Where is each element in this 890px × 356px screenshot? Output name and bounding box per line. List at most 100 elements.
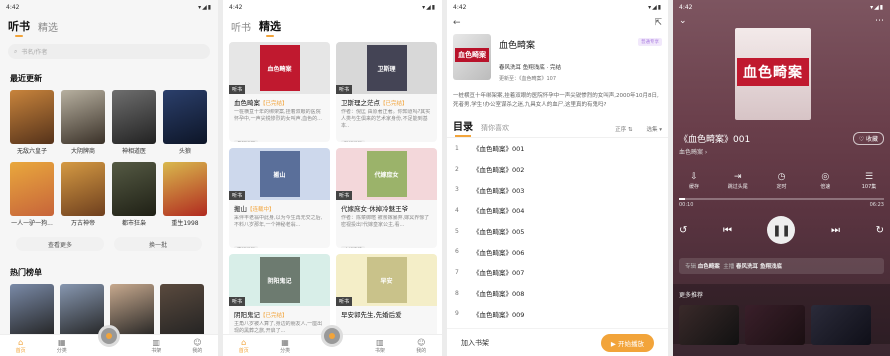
episode-row[interactable]: 3 《血色畸案》003 — [447, 179, 668, 200]
episode-row[interactable]: 9 《血色畸案》009 — [447, 304, 668, 325]
previous-icon[interactable]: ⏮ — [723, 225, 732, 236]
nav-mine[interactable]: ☺ 我的 — [192, 338, 202, 354]
profile-icon: ☺ — [417, 337, 426, 347]
player-action[interactable]: ☰ 107集 — [854, 172, 884, 190]
card-image: 血色畸案 听书 — [229, 42, 330, 94]
tab-featured[interactable]: 精选 — [259, 18, 281, 37]
nav-mine[interactable]: ☺ 我的 — [416, 338, 426, 354]
sort-toggle[interactable]: 正序 ⇅ — [615, 125, 632, 133]
episode-row[interactable]: 7 《血色畸案》007 — [447, 262, 668, 283]
action-label: 缓存 — [688, 184, 699, 190]
view-more-button[interactable]: 查看更多 — [16, 237, 104, 251]
nav-home[interactable]: ⌂ 首页 — [16, 338, 26, 354]
episode-row[interactable]: 4 《血色畸案》004 — [447, 200, 668, 221]
book-item[interactable]: 重生1998 — [163, 162, 207, 227]
nav-shelf[interactable]: ▥ 书架 — [151, 338, 161, 354]
episode-number: 2 — [455, 165, 459, 173]
nav-shelf[interactable]: ▥ 书架 — [375, 338, 385, 354]
episode-number: 8 — [455, 289, 459, 297]
album-detail-screen: 4:42 ▾◢▮ ← ⇱ 血色畸案 血色畸案 普通专享 春风洗耳 鱼翔浅底 · 完结 … — [447, 0, 668, 356]
menu-dots-icon[interactable]: ⋯ — [875, 16, 884, 26]
book-item[interactable]: 都市狂枭 — [112, 162, 156, 227]
episode-title: 《血色畸案》007 — [473, 269, 525, 278]
book-item[interactable]: 头狼 — [163, 90, 207, 155]
track-album-link[interactable]: 血色畸案 › — [673, 145, 890, 158]
book-title: 神相道医 — [121, 148, 146, 155]
hot-book-cover[interactable] — [60, 284, 104, 338]
featured-card[interactable]: 卫斯理 听书 卫斯理之茫点【已完结】 作者：倪匡 由原著正著。你知道吗?其实人类… — [336, 42, 437, 142]
progress-bar[interactable] — [679, 198, 884, 200]
nav-category[interactable]: ▦ 分类 — [280, 338, 290, 354]
episode-row[interactable]: 8 《血色畸案》008 — [447, 283, 668, 304]
tab-recommend[interactable]: 猜你喜欢 — [481, 123, 509, 133]
mini-player-disc[interactable] — [98, 325, 120, 347]
back-arrow-icon[interactable]: ← — [453, 18, 461, 28]
action-icon: ◷ — [777, 172, 786, 182]
action-label: 107集 — [861, 184, 877, 190]
action-icon: ☰ — [864, 172, 874, 182]
hot-book-cover[interactable] — [160, 284, 204, 338]
episode-select[interactable]: 选集 ▾ — [646, 125, 662, 133]
episode-row[interactable]: 5 《血色畸案》005 — [447, 221, 668, 242]
album-cover: 血色畸案 — [453, 34, 491, 80]
card-cover: 早安 — [366, 257, 407, 303]
card-category-chip: 科幻灵异 — [341, 140, 365, 142]
start-play-button[interactable]: ▶ 开始播放 — [600, 333, 654, 352]
hot-book-cover[interactable] — [10, 284, 54, 338]
book-title: 大阴牌商 — [70, 148, 95, 155]
tab-catalog[interactable]: 目录 — [453, 118, 473, 137]
status-bar: 4:42 ▾◢▮ — [229, 3, 436, 11]
featured-card[interactable]: 血色畸案 听书 血色畸案【已完结】 一桩横亘十年的绑架案,挂着双眼的医院怀孕中,… — [229, 42, 330, 142]
listen-screen: 4:42 ▾◢▮ 听书 精选 ⌕ 书名/作者 最近更新 无敌六皇子 大阴牌商 神相道医 头… — [0, 0, 218, 356]
recommend-item[interactable] — [811, 305, 871, 345]
card-desc: 采伴丰老翁中此身,以为今生再无交之后,不料八岁那年,一个神秘老翁... — [234, 215, 323, 228]
swap-batch-button[interactable]: 换一批 — [114, 237, 202, 251]
collapse-icon[interactable]: ⌄ — [679, 16, 687, 26]
home-icon: ⌂ — [241, 337, 247, 347]
nav-home[interactable]: ⌂ 首页 — [239, 338, 249, 354]
pause-button[interactable]: ❚❚ — [767, 216, 796, 244]
top-tabs: 听书 精选 — [0, 14, 218, 38]
card-title: 早安郭先生,先婚后爱 — [341, 311, 402, 319]
featured-card[interactable]: 搬山 听书 搬山【连载中】 采伴丰老翁中此身,以为今生再无交之后,不料八岁那年,… — [229, 148, 330, 248]
player-action[interactable]: ⇥ 跳过头尾 — [723, 172, 753, 190]
forward-icon[interactable]: ↻ — [876, 225, 884, 236]
book-item[interactable]: 神相道医 — [112, 90, 156, 155]
recommend-item[interactable] — [745, 305, 805, 345]
episode-title: 《血色畸案》004 — [473, 207, 525, 216]
collect-button[interactable]: ♡ 收藏 — [852, 132, 884, 145]
player-action[interactable]: ◎ 倍速 — [810, 172, 840, 190]
episode-row[interactable]: 6 《血色畸案》006 — [447, 241, 668, 262]
player-action[interactable]: ⇩ 缓存 — [679, 172, 709, 190]
featured-card[interactable]: 代嫁庶女 听书 代嫁庶女·休掉冷魅王爷 作者：陈菜御暄 被亲嫁暴弃,嫁冥界惊了密… — [336, 148, 437, 248]
book-cover — [163, 162, 207, 216]
search-input[interactable]: ⌕ 书名/作者 — [8, 44, 210, 59]
book-item[interactable]: 一人一驴一狗... — [10, 162, 54, 227]
next-icon[interactable]: ⏭ — [831, 225, 840, 236]
episode-row[interactable]: 1 《血色畸案》001 — [447, 138, 668, 159]
book-item[interactable]: 无敌六皇子 — [10, 90, 54, 155]
shelf-icon: ▥ — [152, 337, 160, 347]
episode-title: 《血色畸案》008 — [473, 290, 525, 299]
book-title: 都市狂枭 — [121, 220, 146, 227]
tab-listen[interactable]: 听书 — [8, 18, 30, 37]
add-to-shelf-button[interactable]: 加入书架 — [461, 338, 489, 348]
mini-player-disc[interactable] — [321, 325, 343, 347]
book-item[interactable]: 大阴牌商 — [61, 90, 105, 155]
tab-featured[interactable]: 精选 — [38, 19, 58, 34]
book-item[interactable]: 万古神帝 — [61, 162, 105, 227]
album-title: 血色畸案 — [499, 41, 536, 51]
time-current: 00:10 — [679, 202, 694, 208]
episode-title: 《血色畸案》001 — [473, 145, 525, 154]
card-image: 卫斯理 听书 — [336, 42, 437, 94]
rewind-icon[interactable]: ↺ — [679, 225, 687, 236]
recommend-item[interactable] — [679, 305, 739, 345]
player-action[interactable]: ◷ 定时 — [767, 172, 797, 190]
book-cover — [112, 90, 156, 144]
more-recommend: 更多推荐 — [673, 284, 890, 345]
episode-row[interactable]: 2 《血色畸案》002 — [447, 159, 668, 180]
share-icon[interactable]: ⇱ — [654, 18, 662, 28]
nav-category[interactable]: ▦ 分类 — [57, 338, 67, 354]
category-icon: ▦ — [281, 337, 289, 347]
tab-listen[interactable]: 听书 — [231, 19, 251, 34]
